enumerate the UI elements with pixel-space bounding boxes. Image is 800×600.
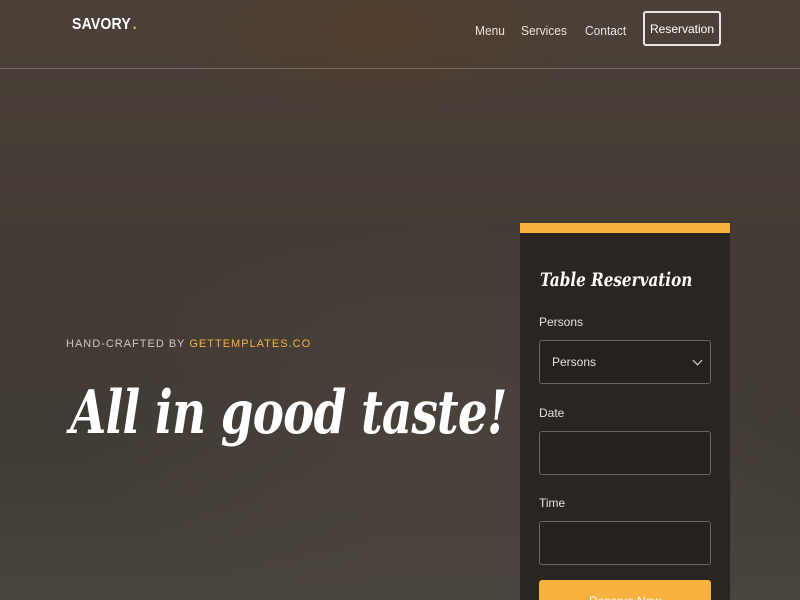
main-nav: Menu Services Contact xyxy=(475,23,630,38)
nav-link-menu[interactable]: Menu xyxy=(475,23,505,38)
reserve-now-button[interactable]: Reserve Now xyxy=(539,580,711,600)
top-header: SAVORY. Menu Services Contact Reservatio… xyxy=(0,0,800,69)
reservation-button[interactable]: Reservation xyxy=(643,11,721,46)
chevron-down-icon xyxy=(692,355,703,366)
persons-label: Persons xyxy=(539,315,584,329)
persons-select[interactable]: Persons xyxy=(539,340,711,384)
reservation-title: Table Reservation xyxy=(540,269,693,291)
time-label: Time xyxy=(539,496,566,510)
date-input[interactable] xyxy=(539,431,711,475)
persons-select-value: Persons xyxy=(552,355,597,369)
logo-text: SAVORY xyxy=(72,16,131,33)
tagline-prefix: HAND-CRAFTED BY xyxy=(66,338,190,350)
hero-tagline: HAND-CRAFTED BY GETTEMPLATES.CO xyxy=(66,338,311,350)
site-logo[interactable]: SAVORY. xyxy=(72,16,137,34)
nav-link-contact[interactable]: Contact xyxy=(585,23,626,38)
time-input[interactable] xyxy=(539,521,711,565)
tagline-link[interactable]: GETTEMPLATES.CO xyxy=(189,338,311,350)
nav-link-services[interactable]: Services xyxy=(521,23,567,38)
date-label: Date xyxy=(539,406,565,420)
hero-headline: All in good taste! xyxy=(70,378,507,448)
reservation-card: Table Reservation Persons Persons Date T… xyxy=(520,223,730,600)
logo-dot: . xyxy=(132,16,137,33)
